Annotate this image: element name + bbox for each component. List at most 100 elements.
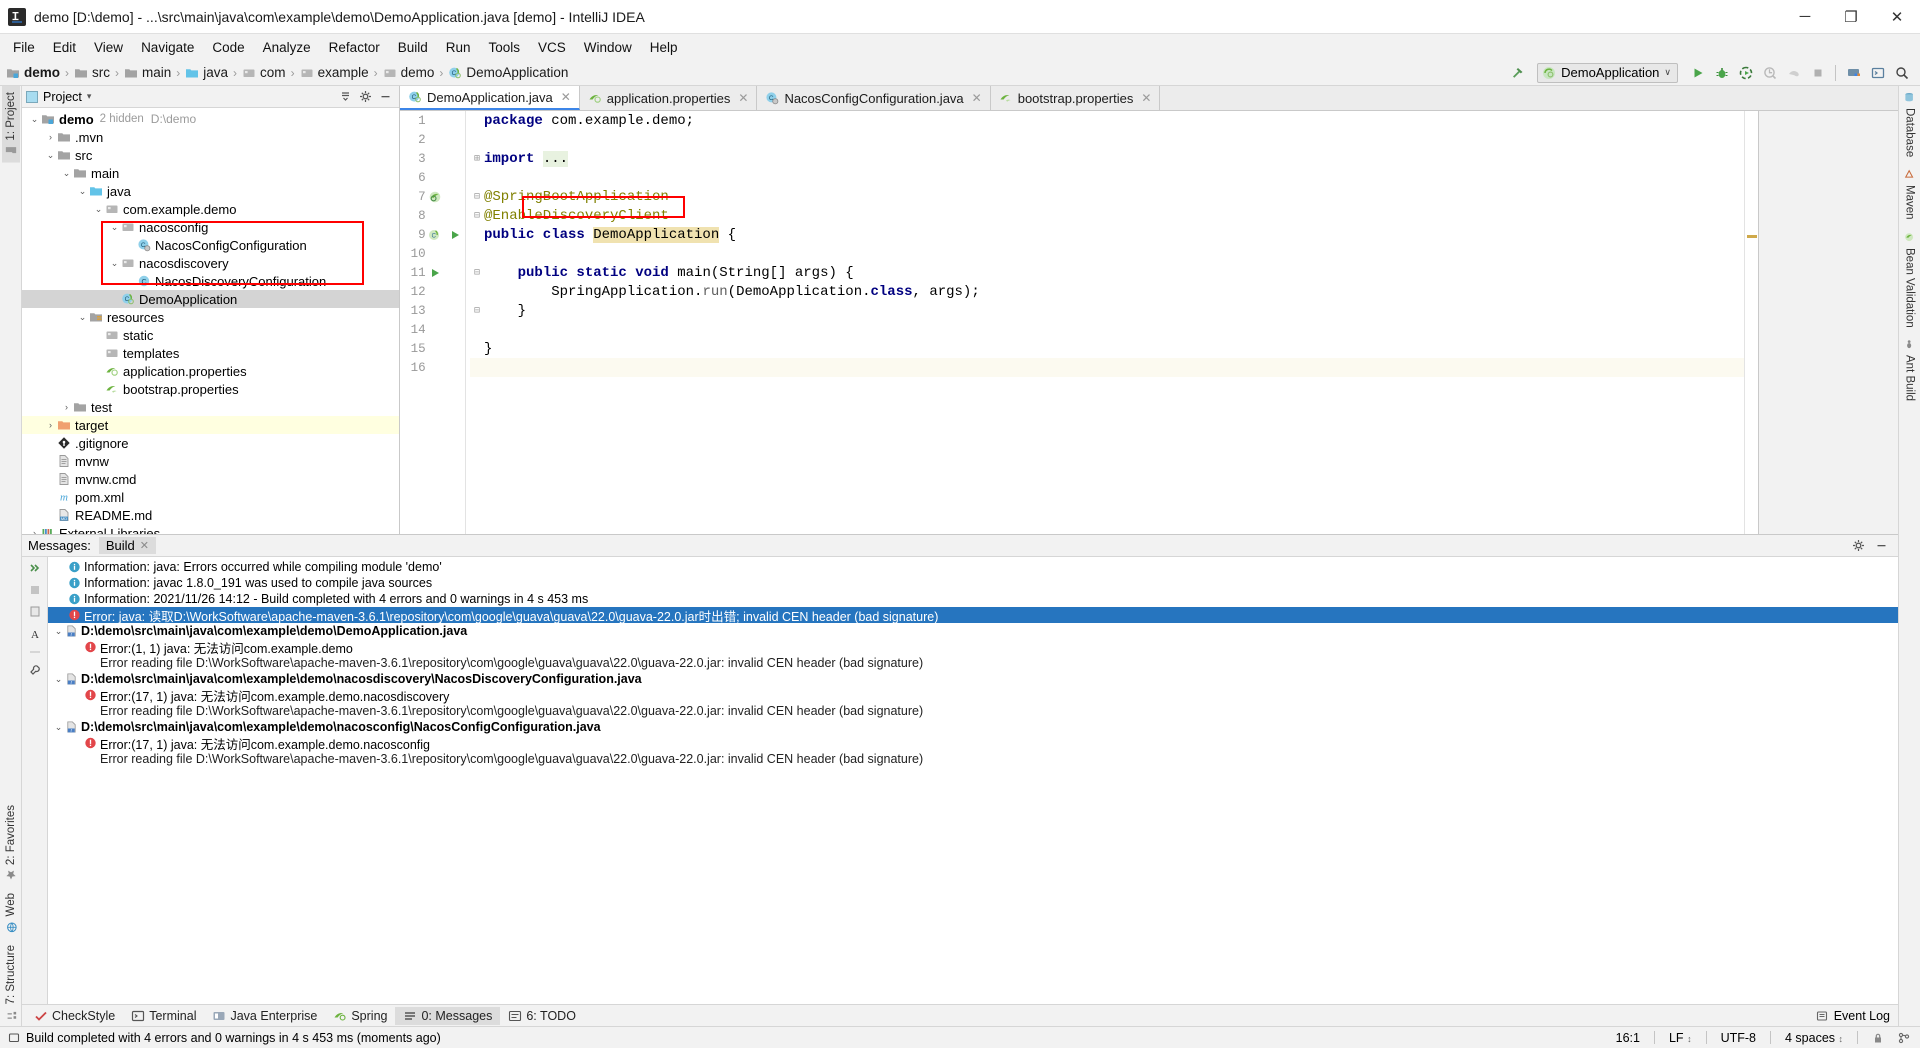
breadcrumb-item-demo[interactable]: demo [401, 65, 435, 80]
tree-node[interactable]: › mvnw [22, 452, 399, 470]
breadcrumb-item-example[interactable]: example [318, 65, 369, 80]
caret-position[interactable]: 16:1 [1616, 1031, 1640, 1045]
tool-window-project[interactable]: 1: Project [1, 86, 20, 163]
chevron-right-icon[interactable]: › [92, 384, 105, 394]
tool-window-web[interactable]: Web [2, 887, 20, 938]
breadcrumb-item-main[interactable]: main [142, 65, 171, 80]
chevron-right-icon[interactable]: › [44, 132, 57, 142]
tree-node[interactable]: ⌄ nacosdiscovery [22, 254, 399, 272]
close-icon[interactable]: ✕ [561, 90, 571, 104]
fold-toggle-icon[interactable]: ⊟ [470, 210, 484, 222]
tree-node[interactable]: › target [22, 416, 399, 434]
menu-item-window[interactable]: Window [575, 37, 641, 58]
settings-wrench-icon[interactable] [28, 663, 42, 677]
tree-node[interactable]: ⌄ demo 2 hidden D:\demo [22, 110, 399, 128]
profile-button[interactable] [1759, 62, 1780, 83]
editor-gutter[interactable]: 1 2 3 6 7 8 9 C 10 11 12 13 14 15 16 [400, 111, 466, 534]
tool-window-button-6-todo[interactable]: 6: TODO [500, 1007, 584, 1025]
chevron-right-icon[interactable]: › [44, 474, 57, 484]
chevron-down-icon[interactable]: ⌄ [76, 312, 89, 323]
code-line[interactable]: ⊟ } [470, 301, 1744, 320]
chevron-down-icon[interactable]: ⌄ [52, 722, 65, 733]
menu-item-file[interactable]: File [4, 37, 44, 58]
hide-icon[interactable] [379, 90, 392, 103]
tree-node[interactable]: ⌄ java [22, 182, 399, 200]
chevron-right-icon[interactable]: › [124, 276, 137, 286]
tool-window-button-terminal[interactable]: Terminal [123, 1007, 204, 1025]
spring-bean-icon[interactable] [426, 190, 446, 204]
tool-window-bean-validation[interactable]: Bean Validation [1901, 226, 1919, 334]
code-editor[interactable]: 1 2 3 6 7 8 9 C 10 11 12 13 14 15 16 package com.examp… [400, 111, 1898, 534]
collapse-all-icon[interactable] [339, 90, 352, 103]
menu-item-run[interactable]: Run [437, 37, 480, 58]
code-line[interactable] [470, 358, 1744, 377]
run-with-coverage-button[interactable] [1735, 62, 1756, 83]
chevron-down-icon[interactable]: ⌄ [92, 204, 105, 215]
warning-icon[interactable]: A [28, 627, 42, 641]
line-separator[interactable]: LF ↕ [1669, 1031, 1692, 1045]
chevron-down-icon[interactable]: ⌄ [76, 186, 89, 197]
menu-item-refactor[interactable]: Refactor [320, 37, 389, 58]
tree-node[interactable]: ⌄ main [22, 164, 399, 182]
close-icon[interactable]: ✕ [1141, 91, 1151, 105]
build-tab[interactable]: Build ✕ [98, 537, 157, 554]
tree-node[interactable]: ›m pom.xml [22, 488, 399, 506]
breadcrumb-item-src[interactable]: src [92, 65, 110, 80]
chevron-down-icon[interactable]: ⌄ [60, 168, 73, 179]
search-everywhere-button[interactable] [1891, 62, 1912, 83]
code-line[interactable]: ⊟ public static void main(String[] args)… [470, 263, 1744, 282]
hide-icon[interactable] [1875, 539, 1888, 552]
tree-node[interactable]: › MD README.md [22, 506, 399, 524]
debug-button[interactable] [1711, 62, 1732, 83]
code-line[interactable]: SpringApplication. run (DemoApplication. cl… [470, 282, 1744, 301]
tree-node[interactable]: › static [22, 326, 399, 344]
menu-item-view[interactable]: View [85, 37, 132, 58]
chevron-right-icon[interactable]: › [60, 402, 73, 412]
lock-icon[interactable] [1872, 1032, 1884, 1044]
chevron-right-icon[interactable]: › [44, 438, 57, 448]
menu-item-code[interactable]: Code [203, 37, 253, 58]
attach-profiler-button[interactable] [1783, 62, 1804, 83]
code-content[interactable]: package com.example.demo; ⊞ import ... ⊟ @Sp… [466, 111, 1744, 534]
menu-item-edit[interactable]: Edit [44, 37, 85, 58]
minimize-button[interactable]: ─ [1782, 0, 1828, 33]
chevron-down-icon[interactable]: ⌄ [108, 222, 121, 233]
breadcrumb-item-demoapplication[interactable]: DemoApplication [466, 65, 568, 80]
collapse-all-icon[interactable] [28, 583, 42, 597]
chevron-right-icon[interactable]: › [44, 492, 57, 502]
chevron-right-icon[interactable]: › [44, 456, 57, 466]
tool-window-ant-build[interactable]: Ant Build [1901, 333, 1919, 407]
menu-item-navigate[interactable]: Navigate [132, 37, 203, 58]
message-row[interactable]: Information: javac 1.8.0_191 was used to… [48, 575, 1898, 591]
run-icon[interactable] [445, 228, 465, 242]
breadcrumb-item-com[interactable]: com [260, 65, 286, 80]
tree-node[interactable]: › C NacosDiscoveryConfiguration [22, 272, 399, 290]
terminal-button[interactable] [1867, 62, 1888, 83]
tree-node[interactable]: ⌄ resources [22, 308, 399, 326]
chevron-down-icon[interactable]: ⌄ [52, 626, 65, 637]
project-structure-button[interactable] [1843, 62, 1864, 83]
chevron-right-icon[interactable]: › [108, 294, 121, 304]
chevron-down-icon[interactable]: ⌄ [52, 674, 65, 685]
tree-node[interactable]: › .mvn [22, 128, 399, 146]
run-button[interactable] [1687, 62, 1708, 83]
message-row[interactable]: Error reading file D:\WorkSoftware\apach… [48, 703, 1898, 719]
filter-warnings-icon[interactable] [28, 605, 42, 619]
file-encoding[interactable]: UTF-8 [1721, 1031, 1756, 1045]
code-line[interactable]: public class DemoApplication { [470, 225, 1744, 244]
code-line[interactable]: ⊟ @EnableDiscoveryClient [470, 206, 1744, 225]
tree-node[interactable]: › test [22, 398, 399, 416]
expand-all-icon[interactable] [28, 561, 42, 575]
tree-node[interactable]: › application.properties [22, 362, 399, 380]
fold-toggle-icon[interactable]: ⊟ [470, 267, 484, 279]
chevron-down-icon[interactable]: ⌄ [28, 114, 41, 125]
chevron-right-icon[interactable]: › [92, 348, 105, 358]
close-icon[interactable]: ✕ [738, 91, 748, 105]
project-title-group[interactable]: Project ▾ [26, 90, 91, 104]
menu-item-vcs[interactable]: VCS [529, 37, 575, 58]
tree-node[interactable]: › mvnw.cmd [22, 470, 399, 488]
code-line[interactable]: ⊞ import ... [470, 149, 1744, 168]
event-log-button[interactable]: Event Log [1834, 1009, 1890, 1023]
tool-window-button-java-enterprise[interactable]: Java Enterprise [204, 1007, 325, 1025]
spring-run-icon[interactable]: C [426, 228, 446, 242]
